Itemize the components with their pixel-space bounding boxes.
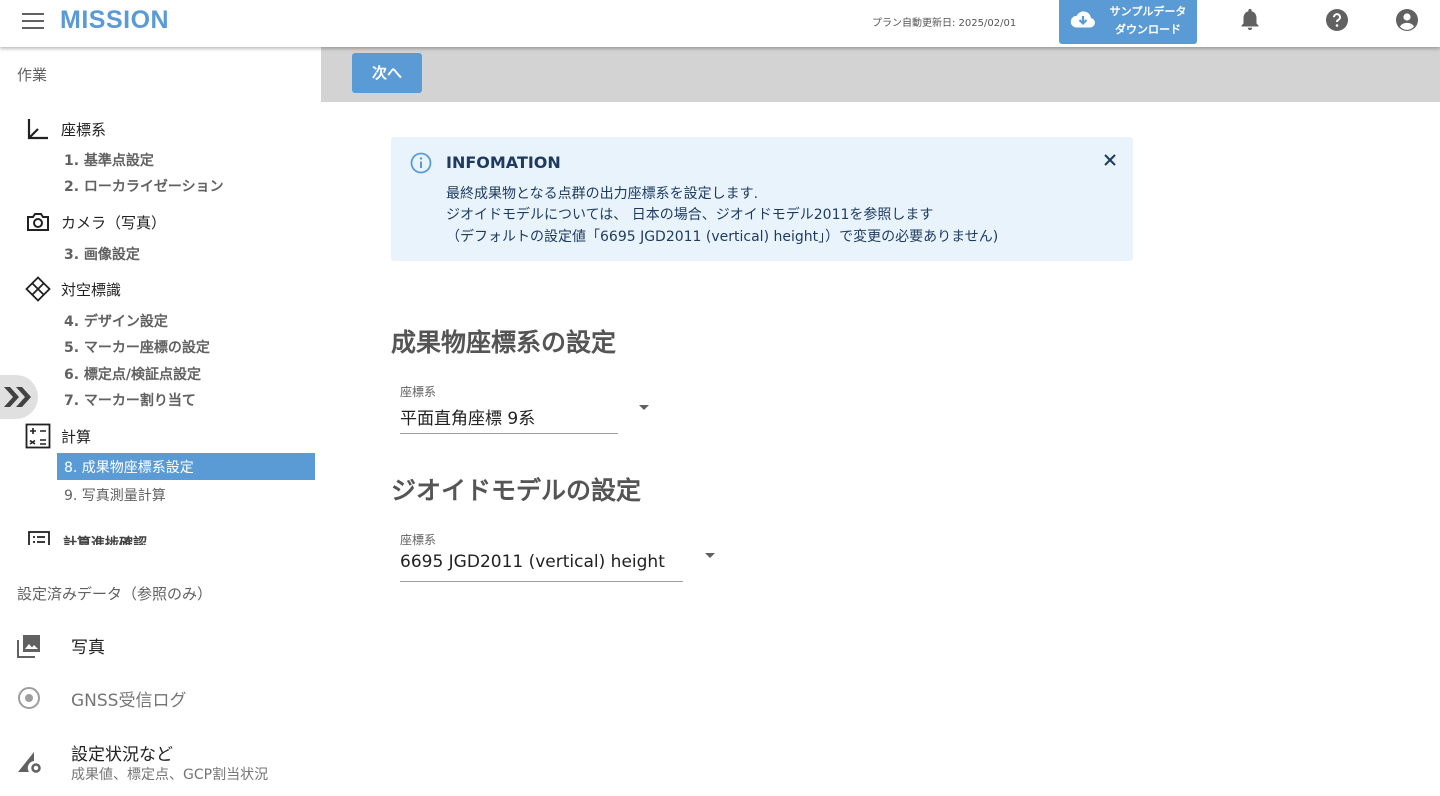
- info-icon: [410, 152, 432, 174]
- step-8-output-crs-active[interactable]: 8. 成果物座標系設定: [57, 453, 315, 480]
- category-label: 計算進捗確認: [63, 536, 147, 545]
- close-icon[interactable]: [1102, 152, 1118, 168]
- calculator-icon: [25, 423, 51, 449]
- step-4-design-settings[interactable]: 4. デザイン設定: [64, 311, 168, 331]
- select-underline: [400, 581, 683, 582]
- geoid-heading: ジオイドモデルの設定: [391, 476, 642, 505]
- step-5-marker-coordinates[interactable]: 5. マーカー座標の設定: [64, 337, 210, 357]
- step-6-gcp-checkpoint[interactable]: 6. 標定点/検証点設定: [64, 364, 201, 384]
- category-label: 計算: [61, 428, 92, 446]
- chevron-down-icon: [705, 553, 715, 558]
- category-label: 座標系: [61, 121, 107, 139]
- info-alert: INFOMATION 最終成果物となる点群の出力座標系を設定します. ジオイドモ…: [391, 137, 1133, 261]
- sidebar: 作業 座標系 1. 基準点設定 2. ローカライゼーション カメラ（写真） 3.…: [0, 47, 320, 796]
- info-line: 最終成果物となる点群の出力座標系を設定します.: [446, 186, 759, 202]
- sidebar-collapse-button[interactable]: [0, 375, 38, 419]
- gnss-icon: [18, 687, 40, 709]
- step-9-photogrammetry[interactable]: 9. 写真測量計算: [64, 485, 166, 505]
- step-2-localization[interactable]: 2. ローカライゼーション: [64, 176, 224, 196]
- info-line: （デフォルトの設定値「6695 JGD2011 (vertical) heigh…: [446, 229, 999, 245]
- geoid-value: 6695 JGD2011 (vertical) height: [400, 552, 665, 572]
- sidebar-clip-area: 計算進捗確認: [0, 525, 320, 545]
- info-title: INFOMATION: [446, 153, 561, 172]
- sample-data-download-button[interactable]: サンプルデータ ダウンロード: [1059, 0, 1197, 44]
- section-work-label: 作業: [17, 66, 48, 84]
- double-chevron-right-icon: [4, 387, 31, 407]
- account-icon[interactable]: [1395, 8, 1419, 32]
- help-icon[interactable]: [1325, 8, 1349, 32]
- ref-item-label: GNSS受信ログ: [71, 691, 187, 711]
- camera-icon: [27, 213, 49, 231]
- marker-icon: [25, 276, 51, 302]
- ref-item-label: 写真: [71, 638, 105, 658]
- step-7-marker-assignment[interactable]: 7. マーカー割り当て: [64, 390, 196, 410]
- category-label: 対空標識: [61, 281, 122, 299]
- settings-chart-icon: [18, 752, 41, 773]
- plan-renewal-date: プラン自動更新日: 2025/02/01: [872, 18, 1017, 29]
- next-button[interactable]: 次へ: [352, 53, 422, 93]
- select-underline: [400, 433, 618, 434]
- section-reference-label: 設定済みデータ（参照のみ）: [17, 585, 213, 603]
- photo-icon: [17, 635, 40, 658]
- ref-item-label: 設定状況など: [71, 745, 173, 765]
- step-3-image-settings[interactable]: 3. 画像設定: [64, 244, 140, 264]
- download-label: サンプルデータ ダウンロード: [1109, 5, 1187, 36]
- bell-icon[interactable]: [1238, 8, 1262, 32]
- step-1-control-points[interactable]: 1. 基準点設定: [64, 150, 154, 170]
- menu-icon[interactable]: [22, 13, 44, 29]
- output-crs-heading: 成果物座標系の設定: [391, 328, 617, 357]
- info-line: ジオイドモデルについては、 日本の場合、ジオイドモデル2011を参照します: [446, 207, 934, 223]
- axis-icon: [27, 119, 48, 140]
- cloud-download-icon: [1070, 11, 1095, 28]
- ref-item-sublabel: 成果値、標定点、GCP割当状況: [71, 767, 269, 783]
- output-crs-value: 平面直角座標 9系: [400, 409, 536, 429]
- chevron-down-icon: [639, 405, 649, 410]
- category-label: カメラ（写真）: [61, 214, 167, 232]
- geoid-field-label: 座標系: [400, 533, 437, 547]
- app-header: MISSION プラン自動更新日: 2025/02/01 サンプルデータ ダウン…: [0, 0, 1440, 47]
- output-crs-field-label: 座標系: [400, 385, 437, 399]
- app-brand[interactable]: MISSION: [60, 6, 169, 35]
- action-toolbar: 次へ: [321, 47, 1440, 102]
- list-icon: [28, 531, 50, 545]
